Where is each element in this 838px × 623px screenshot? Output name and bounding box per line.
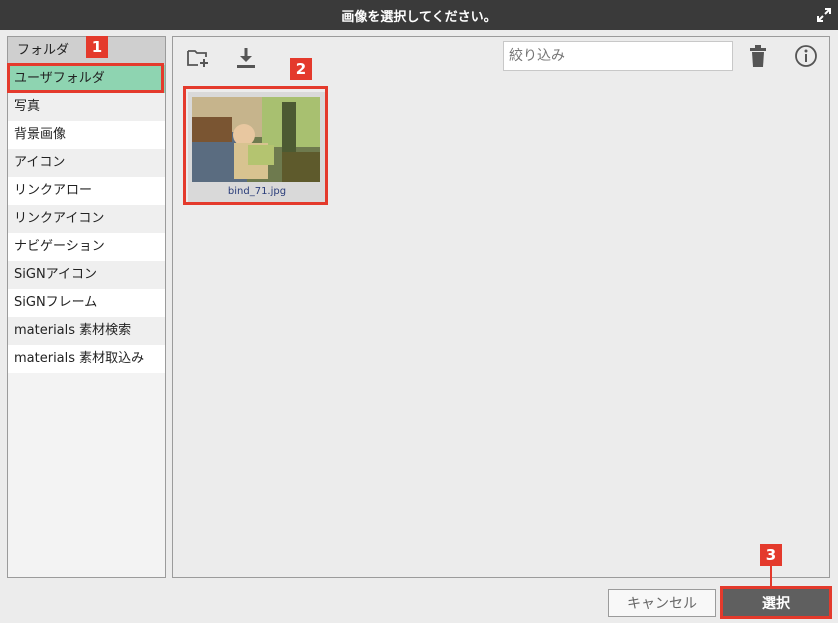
highlight-box-1 — [7, 63, 164, 93]
sidebar-item-navigation[interactable]: ナビゲーション — [8, 233, 165, 261]
sidebar-item-label: materials 素材取込み — [14, 351, 145, 366]
sidebar-item-label: materials 素材検索 — [14, 323, 132, 338]
sidebar-item-label: SiGNフレーム — [14, 295, 98, 310]
sidebar-item-label: 写真 — [14, 99, 41, 114]
sidebar-item-link-icons[interactable]: リンクアイコン — [8, 205, 165, 233]
sidebar-item-backgrounds[interactable]: 背景画像 — [8, 121, 165, 149]
sidebar-item-sign-icons[interactable]: SiGNアイコン — [8, 261, 165, 289]
annotation-badge-2: 2 — [290, 58, 312, 80]
sidebar-item-label: アイコン — [14, 155, 66, 170]
sidebar-item-icons[interactable]: アイコン — [8, 149, 165, 177]
new-folder-icon[interactable] — [185, 45, 211, 71]
highlight-box-3 — [720, 586, 832, 619]
folder-sidebar: フォルダ ユーザフォルダ 写真 背景画像 アイコン リンクアロー リンクアイコン… — [7, 36, 166, 578]
sidebar-item-materials-search[interactable]: materials 素材検索 — [8, 317, 165, 345]
cancel-button[interactable]: キャンセル — [608, 589, 716, 617]
sidebar-item-photos[interactable]: 写真 — [8, 93, 165, 121]
dialog-titlebar: 画像を選択してください。 — [0, 0, 838, 30]
filter-input[interactable] — [503, 41, 733, 71]
annotation-badge-3: 3 — [760, 544, 782, 566]
connector-line — [770, 566, 772, 586]
dialog-title: 画像を選択してください。 — [341, 9, 497, 25]
sidebar-item-sign-frames[interactable]: SiGNフレーム — [8, 289, 165, 317]
info-icon[interactable] — [793, 43, 819, 69]
sidebar-item-label: 背景画像 — [14, 127, 67, 142]
sidebar-item-label: SiGNアイコン — [14, 267, 98, 282]
expand-icon[interactable] — [816, 7, 832, 23]
annotation-badge-1: 1 — [86, 36, 108, 58]
sidebar-item-link-arrows[interactable]: リンクアロー — [8, 177, 165, 205]
highlight-box-2 — [183, 86, 328, 205]
sidebar-item-label: リンクアイコン — [14, 211, 105, 226]
trash-icon[interactable] — [745, 43, 771, 69]
download-icon[interactable] — [233, 45, 259, 71]
sidebar-item-materials-import[interactable]: materials 素材取込み — [8, 345, 165, 373]
sidebar-item-label: ナビゲーション — [14, 239, 105, 254]
sidebar-item-label: リンクアロー — [14, 183, 93, 198]
